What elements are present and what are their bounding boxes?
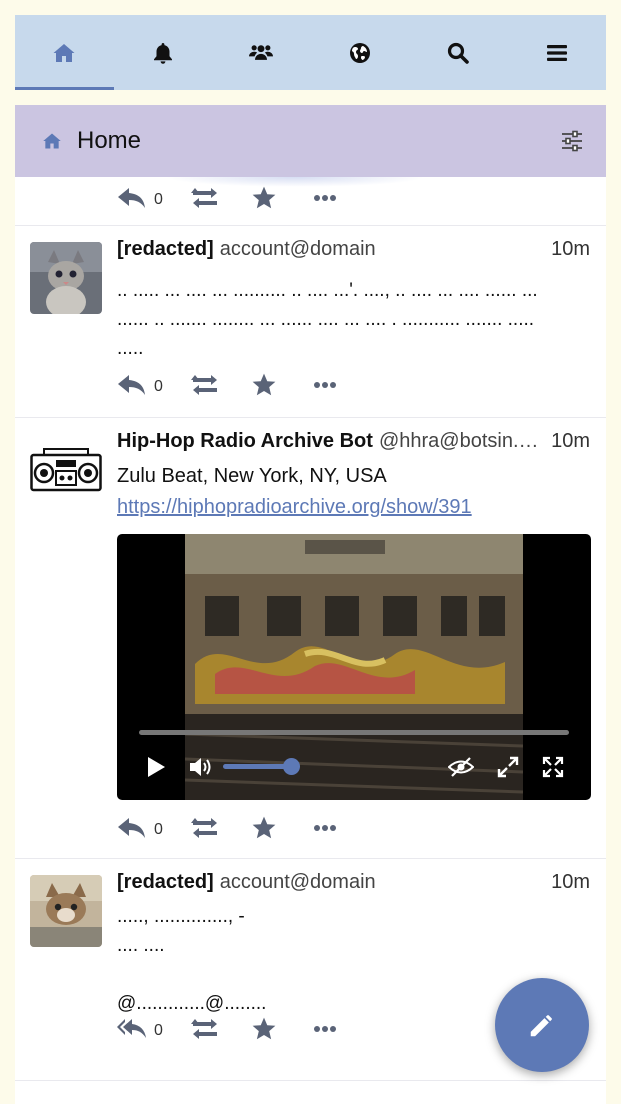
status-item: [redacted] account@domain 10m .. ..... .… [15, 225, 606, 417]
tab-community[interactable] [212, 15, 311, 90]
status-actions: 0 [117, 1014, 337, 1044]
status-content: .. ..... ... .... ... .......... .. ....… [117, 276, 590, 363]
tab-menu[interactable] [508, 15, 607, 90]
more-button[interactable] [313, 1014, 337, 1044]
content-line: ..... [117, 338, 144, 359]
bell-icon [153, 42, 172, 64]
users-icon [249, 44, 274, 60]
content-line: ...... .. ....... ........ ... ...... ..… [117, 309, 535, 330]
boost-button[interactable] [189, 813, 221, 843]
reply-button[interactable]: 0 [117, 183, 163, 213]
star-icon [252, 186, 276, 209]
reply-count: 0 [154, 191, 163, 208]
ellipsis-icon [313, 195, 336, 201]
reply-count: 0 [154, 821, 163, 838]
status-content: Zulu Beat, New York, NY, USA https://hip… [117, 461, 590, 523]
kitten-photo [30, 875, 102, 947]
home-icon [53, 43, 75, 62]
status-actions: 0 [117, 183, 337, 213]
status-header: [redacted] account@domain 10m [117, 871, 590, 897]
fullscreen-icon[interactable] [542, 756, 564, 778]
boost-icon [190, 188, 217, 208]
more-button[interactable] [313, 813, 337, 843]
tab-home[interactable] [15, 15, 114, 90]
video-progress-bar[interactable] [139, 730, 569, 735]
status-actions: 0 [117, 813, 337, 843]
more-button[interactable] [313, 370, 337, 400]
content-line: .. ..... ... .... ... .......... .. ....… [117, 280, 538, 301]
more-button[interactable] [313, 183, 337, 213]
sliders-icon[interactable] [560, 129, 584, 153]
status-header: Hip-Hop Radio Archive Bot @hhra@botsin.…… [117, 430, 590, 456]
menu-icon [546, 44, 567, 61]
content-line: ....., .............., - [117, 906, 245, 927]
timestamp[interactable]: 10m [551, 238, 590, 261]
reply-all-button[interactable]: 0 [117, 1014, 163, 1044]
account-handle[interactable]: @hhra@botsin.… [379, 430, 547, 453]
boost-button[interactable] [189, 183, 221, 213]
display-name[interactable]: Hip-Hop Radio Archive Bot [117, 430, 373, 453]
search-icon [448, 42, 470, 64]
star-icon [252, 816, 276, 839]
favourite-button[interactable] [251, 813, 277, 843]
reply-button[interactable]: 0 [117, 370, 163, 400]
ellipsis-icon [313, 1026, 336, 1032]
status-link[interactable]: https://hiphopradioarchive.org/show/391 [117, 496, 472, 518]
timestamp[interactable]: 10m [551, 430, 590, 453]
reply-button[interactable]: 0 [117, 813, 163, 843]
pencil-icon [530, 1015, 552, 1037]
hide-media-icon[interactable] [448, 756, 474, 778]
account-handle[interactable]: account@domain [220, 871, 547, 894]
boombox-icon [30, 448, 102, 492]
star-icon [252, 1017, 276, 1040]
timeline-header: Home [15, 105, 606, 177]
status-partial: 0 [15, 177, 606, 225]
content-line: Zulu Beat, New York, NY, USA [117, 465, 387, 487]
timestamp[interactable]: 10m [551, 871, 590, 894]
ellipsis-icon [313, 382, 336, 388]
top-nav [15, 15, 606, 90]
reply-all-icon [117, 1019, 146, 1038]
display-name[interactable]: [redacted] [117, 871, 214, 894]
avatar[interactable] [30, 448, 102, 520]
boost-icon [190, 1019, 217, 1039]
status-item: Hip-Hop Radio Archive Bot @hhra@botsin.…… [15, 417, 606, 858]
reply-count: 0 [154, 378, 163, 395]
favourite-button[interactable] [251, 1014, 277, 1044]
video-player[interactable] [117, 534, 591, 800]
boost-icon [190, 375, 217, 395]
tab-federated[interactable] [311, 15, 410, 90]
tab-notifications[interactable] [114, 15, 213, 90]
boost-button[interactable] [189, 370, 221, 400]
status-header: [redacted] account@domain 10m [117, 238, 590, 264]
home-icon [43, 133, 61, 149]
avatar[interactable] [30, 242, 102, 314]
star-icon [252, 373, 276, 396]
account-handle[interactable]: account@domain [220, 238, 547, 261]
volume-slider-handle[interactable] [283, 758, 300, 775]
display-name[interactable]: [redacted] [117, 238, 214, 261]
cat-photo [30, 242, 102, 314]
tab-search[interactable] [409, 15, 508, 90]
expand-icon[interactable] [497, 756, 519, 778]
volume-icon[interactable] [189, 756, 215, 778]
favourite-button[interactable] [251, 370, 277, 400]
favourite-button[interactable] [251, 183, 277, 213]
page-title: Home [77, 127, 142, 154]
timeline: 0 [redacted] account@domain 10m .. .....… [15, 177, 606, 1104]
reply-count: 0 [154, 1022, 163, 1039]
reply-icon [118, 188, 145, 208]
ellipsis-icon [313, 825, 336, 831]
compose-button[interactable] [495, 978, 589, 1072]
globe-icon [349, 42, 370, 63]
avatar[interactable] [30, 875, 102, 947]
content-line: .... .... [117, 935, 165, 956]
reply-icon [118, 818, 145, 838]
reply-icon [118, 375, 145, 395]
boost-icon [190, 818, 217, 838]
status-actions: 0 [117, 370, 337, 400]
boost-button[interactable] [189, 1014, 221, 1044]
play-icon[interactable] [145, 756, 167, 778]
